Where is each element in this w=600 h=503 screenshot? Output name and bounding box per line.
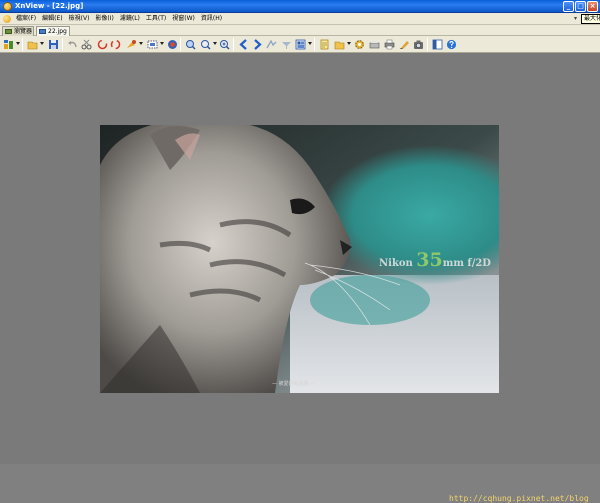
menu-view[interactable]: 檢視(V) [66,13,93,25]
tab-label: 22.jpg [48,28,67,35]
browser-icon[interactable] [3,39,14,50]
sign-icon[interactable] [399,39,410,50]
folder-icon[interactable] [334,39,345,50]
effects-icon[interactable] [126,39,137,50]
zoom-fit-icon[interactable] [185,39,196,50]
chevron-down-icon[interactable] [16,42,20,45]
chevron-down-icon[interactable] [160,42,164,45]
tab-label: 瀏覽器 [14,28,33,35]
menu-help[interactable]: 資訊(H) [198,13,225,25]
browser-icon [5,29,12,34]
filter-icon[interactable] [281,39,292,50]
menu-overflow-icon[interactable]: ▾ [574,14,581,23]
image-viewer[interactable]: Nikon 35mm f/2D — 被愛的就是貓 — http://cqhung… [0,54,600,503]
camera-icon[interactable] [413,39,424,50]
open-folder-icon[interactable] [27,39,38,50]
window-title: XnView - [22.jpg] [15,2,84,10]
select-icon[interactable] [147,39,158,50]
xnview-window: XnView - [22.jpg] _ □ × 檔案(F) 編輯(E) 檢視(V… [0,0,600,503]
maximize-button[interactable]: □ [575,1,586,12]
panel-icon[interactable] [432,39,443,50]
cat-photo[interactable]: Nikon 35mm f/2D — 被愛的就是貓 — [100,125,499,393]
overlay-prefix: Nikon [379,258,417,269]
menu-tools[interactable]: 工具(T) [143,13,169,25]
photo-caption: — 被愛的就是貓 — [272,381,316,387]
toolbar-separator [233,38,234,51]
toolbar-separator [427,38,428,51]
tab-bar: 瀏覽器 22.jpg [0,25,600,36]
toolbar-separator [180,38,181,51]
menu-bar: 檔案(F) 編輯(E) 檢視(V) 影像(I) 濾鏡(L) 工具(T) 視窗(W… [0,13,600,25]
next-icon[interactable] [252,39,263,50]
zoom-in-icon[interactable] [219,39,230,50]
chevron-down-icon[interactable] [308,42,312,45]
undo-icon[interactable] [67,39,78,50]
chevron-down-icon[interactable] [347,42,351,45]
chevron-down-icon[interactable] [139,42,143,45]
menu-window[interactable]: 視窗(W) [169,13,198,25]
menu-file[interactable]: 檔案(F) [13,13,39,25]
chevron-down-icon[interactable] [40,42,44,45]
minimize-button[interactable]: _ [563,1,574,12]
toolbar-separator [62,38,63,51]
lens-overlay-text: Nikon 35mm f/2D [379,249,491,271]
document-icon[interactable] [3,15,11,23]
toolbar-separator [314,38,315,51]
app-icon [3,2,12,11]
tab-browser[interactable]: 瀏覽器 [2,26,34,36]
menu-image[interactable]: 影像(I) [92,13,116,25]
adjust-icon[interactable] [266,39,277,50]
cut-icon[interactable] [81,39,92,50]
blog-watermark: http://cqhung.pixnet.net/blog [449,494,589,503]
color-icon[interactable] [167,39,178,50]
maximize-tooltip: 最大化 [581,14,600,24]
print-icon[interactable] [384,39,395,50]
save-icon[interactable] [48,39,59,50]
toolbar-separator [22,38,23,51]
chevron-down-icon[interactable] [213,42,217,45]
scanner-icon[interactable] [369,39,380,50]
title-bar[interactable]: XnView - [22.jpg] _ □ × [0,0,600,13]
rotate-right-icon[interactable] [110,39,121,50]
image-file-icon [39,29,46,34]
rotate-left-icon[interactable] [97,39,108,50]
toolbar [0,36,600,53]
close-button[interactable]: × [587,1,598,12]
overlay-focal-length: 35 [416,249,443,271]
menu-filter[interactable]: 濾鏡(L) [117,13,143,25]
page-icon[interactable] [319,39,330,50]
overlay-suffix: mm f/2D [442,258,491,269]
zoom-out-icon[interactable] [200,39,211,50]
previous-icon[interactable] [238,39,249,50]
menu-items: 檔案(F) 編輯(E) 檢視(V) 影像(I) 濾鏡(L) 工具(T) 視窗(W… [13,13,225,25]
tab-image-file[interactable]: 22.jpg [36,26,70,36]
menu-edit[interactable]: 編輯(E) [39,13,65,25]
view-mode-icon[interactable] [295,39,306,50]
help-icon[interactable] [446,39,457,50]
settings-icon[interactable] [354,39,365,50]
